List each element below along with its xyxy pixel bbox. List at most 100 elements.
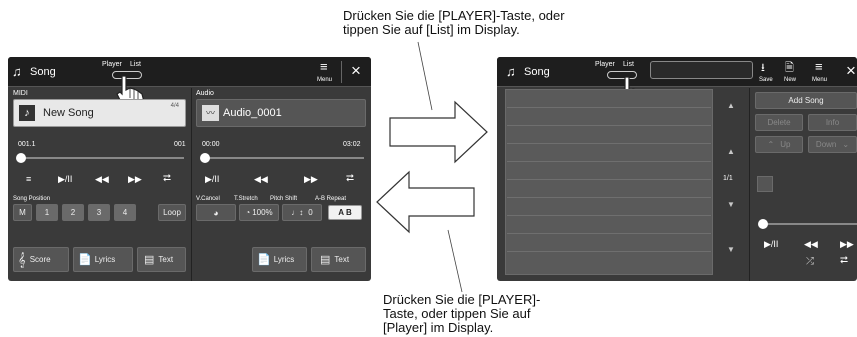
ab-repeat-button[interactable]: A B	[328, 205, 362, 220]
page-indicator: 1/1	[723, 175, 733, 182]
midi-section-label: MIDI	[13, 90, 28, 97]
midi-prev-icon[interactable]: ◀◀	[95, 174, 109, 185]
down-label: Down	[815, 140, 837, 149]
audio-file-name: Audio_0001	[223, 107, 282, 119]
scroll-bottom-icon[interactable]: ▼	[727, 245, 735, 254]
pitchshift-button[interactable]: ♩↕ 0	[282, 204, 322, 221]
arrow-right-icon	[389, 100, 488, 164]
player-screen: ♫ Song Player List ≡ Menu × MIDI ♪ New S…	[8, 57, 371, 281]
up-button[interactable]: ⌃ Up	[755, 136, 803, 153]
list-screen: ♫ Song Player List ⭳ Save 🗎 New ≡ Menu ×…	[497, 57, 857, 281]
song-list[interactable]	[505, 89, 713, 275]
list-right-divider	[749, 88, 750, 281]
audio-text-label: Text	[334, 255, 350, 264]
new-label: New	[784, 77, 797, 83]
list-prev-icon[interactable]: ◀◀	[804, 239, 818, 250]
midi-lyrics-label: Lyrics	[94, 255, 116, 264]
music-note-icon: ♫	[12, 64, 22, 79]
lyrics-icon: 📄	[78, 254, 92, 266]
midi-position-slider[interactable]	[20, 157, 184, 159]
top-callout-line1: Drücken Sie die [PLAYER]-Taste, oder	[343, 8, 565, 23]
list-slider-knob[interactable]	[758, 219, 768, 229]
midi-play-pause-icon[interactable]: ▶/II	[58, 174, 72, 185]
midi-lyrics-button[interactable]: 📄 Lyrics	[73, 247, 133, 272]
scroll-down-icon[interactable]: ▼	[727, 200, 735, 209]
tstretch-value: 100%	[252, 208, 273, 217]
audio-next-icon[interactable]: ▶▶	[304, 174, 318, 185]
audio-file-box[interactable]: 〰 Audio_0001	[196, 99, 366, 127]
audio-play-pause-icon[interactable]: ▶/II	[205, 174, 219, 185]
tstretch-icon: ◔	[245, 208, 251, 217]
pitch-icon: ♩↕	[291, 208, 304, 217]
song-pos-3[interactable]: 3	[88, 204, 110, 221]
list-row-divider	[507, 251, 711, 252]
save-icon[interactable]: ⭳	[761, 59, 765, 78]
waveform-icon: 〰	[202, 105, 219, 121]
list-play-pause-icon[interactable]: ▶/II	[764, 239, 778, 250]
new-icon[interactable]: 🗎	[785, 59, 794, 78]
toggle-list-label[interactable]: List	[130, 61, 141, 68]
save-label: Save	[759, 77, 773, 83]
add-song-button[interactable]: Add Song	[755, 92, 857, 109]
audio-repeat-icon[interactable]: ⮂	[346, 173, 354, 184]
up-chevron-icon: ⌃	[767, 140, 775, 149]
audio-lyrics-button[interactable]: 📄 Lyrics	[252, 247, 307, 272]
audio-text-icon: ▤	[320, 254, 331, 266]
audio-prev-icon[interactable]: ◀◀	[254, 174, 268, 185]
song-pos-2[interactable]: 2	[62, 204, 84, 221]
list-next-icon[interactable]: ▶▶	[840, 239, 854, 250]
down-button[interactable]: Down ⌄	[808, 136, 857, 153]
audio-text-button[interactable]: ▤ Text	[311, 247, 366, 272]
delete-button[interactable]: Delete	[755, 114, 803, 131]
scroll-top-icon[interactable]: ▲	[727, 101, 735, 110]
midi-slider-knob[interactable]	[16, 153, 26, 163]
song-pos-4[interactable]: 4	[114, 204, 136, 221]
list-row-divider	[507, 125, 711, 126]
info-button[interactable]: Info	[808, 114, 857, 131]
scroll-up-icon[interactable]: ▲	[727, 147, 735, 156]
list-position-slider[interactable]	[763, 223, 857, 225]
toggle-player-label[interactable]: Player	[102, 61, 122, 68]
top-leader-line	[417, 41, 433, 111]
midi-next-icon[interactable]: ▶▶	[128, 174, 142, 185]
audio-lyrics-label: Lyrics	[273, 255, 295, 264]
list-toggle-player-label[interactable]: Player	[595, 61, 615, 68]
bottom-callout-line2: Taste, oder tippen Sie auf	[383, 306, 531, 321]
down-chevron-icon: ⌄	[842, 140, 850, 149]
list-row-divider	[507, 161, 711, 162]
song-pos-m[interactable]: M	[13, 204, 32, 221]
text-doc-icon: ▤	[144, 254, 155, 266]
top-callout: Drücken Sie die [PLAYER]-Taste, oder tip…	[343, 9, 565, 37]
list-repeat-icon[interactable]: ⮂	[840, 255, 848, 266]
search-field[interactable]	[650, 61, 753, 79]
list-menu-icon[interactable]: ≡	[815, 59, 823, 74]
audio-slider-knob[interactable]	[200, 153, 210, 163]
close-icon[interactable]: ×	[351, 61, 361, 81]
menu-icon[interactable]: ≡	[320, 59, 328, 74]
list-toggle-list-label[interactable]: List	[623, 61, 634, 68]
song-thumbnail	[757, 176, 773, 192]
midi-text-label: Text	[158, 255, 174, 264]
audio-position-slider[interactable]	[204, 157, 364, 159]
midi-rewind-icon[interactable]: ≡	[26, 174, 31, 184]
audio-time-end: 03:02	[343, 141, 361, 148]
score-button[interactable]: 𝄞 Score	[13, 247, 69, 272]
audio-lyrics-icon: 📄	[257, 254, 271, 266]
song-file-icon: ♪	[19, 105, 35, 121]
list-row-divider	[507, 215, 711, 216]
bottom-callout-line3: [Player] im Display.	[383, 320, 494, 335]
player-app-title: Song	[30, 66, 56, 78]
midi-text-button[interactable]: ▤ Text	[137, 247, 186, 272]
tstretch-button[interactable]: ◔ 100%	[239, 204, 279, 221]
tstretch-label: T.Stretch	[234, 196, 258, 202]
midi-repeat-icon[interactable]: ⮂	[163, 173, 171, 184]
header-divider	[341, 61, 342, 83]
song-pos-loop[interactable]: Loop	[158, 204, 186, 221]
shuffle-icon[interactable]: ⤮	[806, 256, 814, 267]
list-close-icon[interactable]: ×	[846, 61, 856, 81]
song-pos-1[interactable]: 1	[36, 204, 58, 221]
midi-song-box[interactable]: ♪ New Song 4/4	[13, 99, 186, 127]
song-position-label: Song Position	[13, 196, 51, 202]
vcancel-button[interactable]: ◕	[196, 204, 236, 221]
top-callout-line2: tippen Sie auf [List] im Display.	[343, 22, 520, 37]
